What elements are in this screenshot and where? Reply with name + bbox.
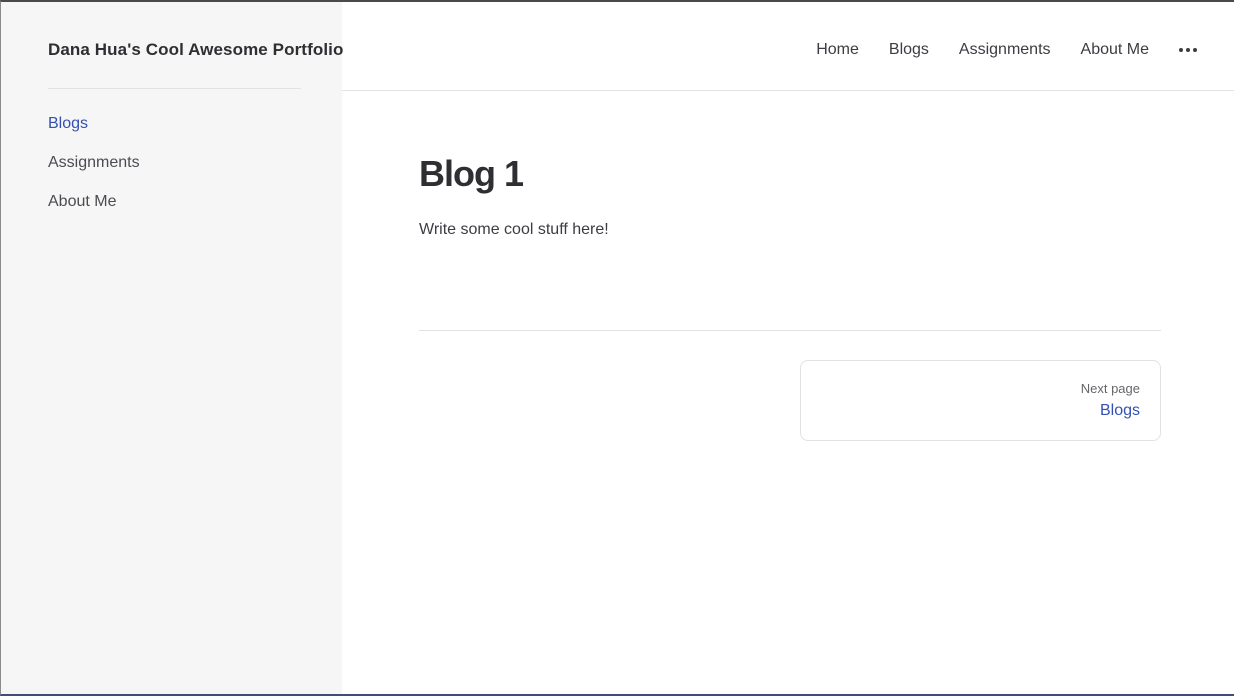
top-navbar: Dana Hua's Cool Awesome Portfolio Home B… [1,2,1234,90]
page-title: Blog 1 [419,153,524,194]
sidebar-item-blogs[interactable]: Blogs [48,114,140,153]
navbar-divider [342,90,1234,91]
nav-link-home[interactable]: Home [816,41,859,59]
ellipsis-icon[interactable] [1179,39,1197,61]
ellipsis-dot [1179,48,1183,52]
top-nav: Home Blogs Assignments About Me [816,39,1234,61]
next-page-title: Blogs [1099,402,1140,419]
nav-link-blogs[interactable]: Blogs [889,41,929,59]
page-body-text: Write some cool stuff here! [419,221,609,238]
sidebar-nav: Blogs Assignments About Me [48,114,140,231]
ellipsis-dot [1186,48,1190,52]
ellipsis-dot [1193,48,1197,52]
sidebar-item-about-me[interactable]: About Me [48,192,140,231]
next-page-link[interactable]: Next page Blogs [800,360,1161,441]
content-divider [419,330,1161,331]
main-content: Blog 1 Write some cool stuff here! [419,152,1161,241]
nav-link-about-me[interactable]: About Me [1081,41,1149,59]
sidebar: Blogs Assignments About Me [1,2,342,694]
nav-link-assignments[interactable]: Assignments [959,41,1051,59]
browser-viewport: Blogs Assignments About Me Dana Hua's Co… [0,0,1234,696]
sidebar-item-assignments[interactable]: Assignments [48,153,140,192]
site-title[interactable]: Dana Hua's Cool Awesome Portfolio [48,40,343,60]
next-page-desc: Next page [1080,381,1140,396]
